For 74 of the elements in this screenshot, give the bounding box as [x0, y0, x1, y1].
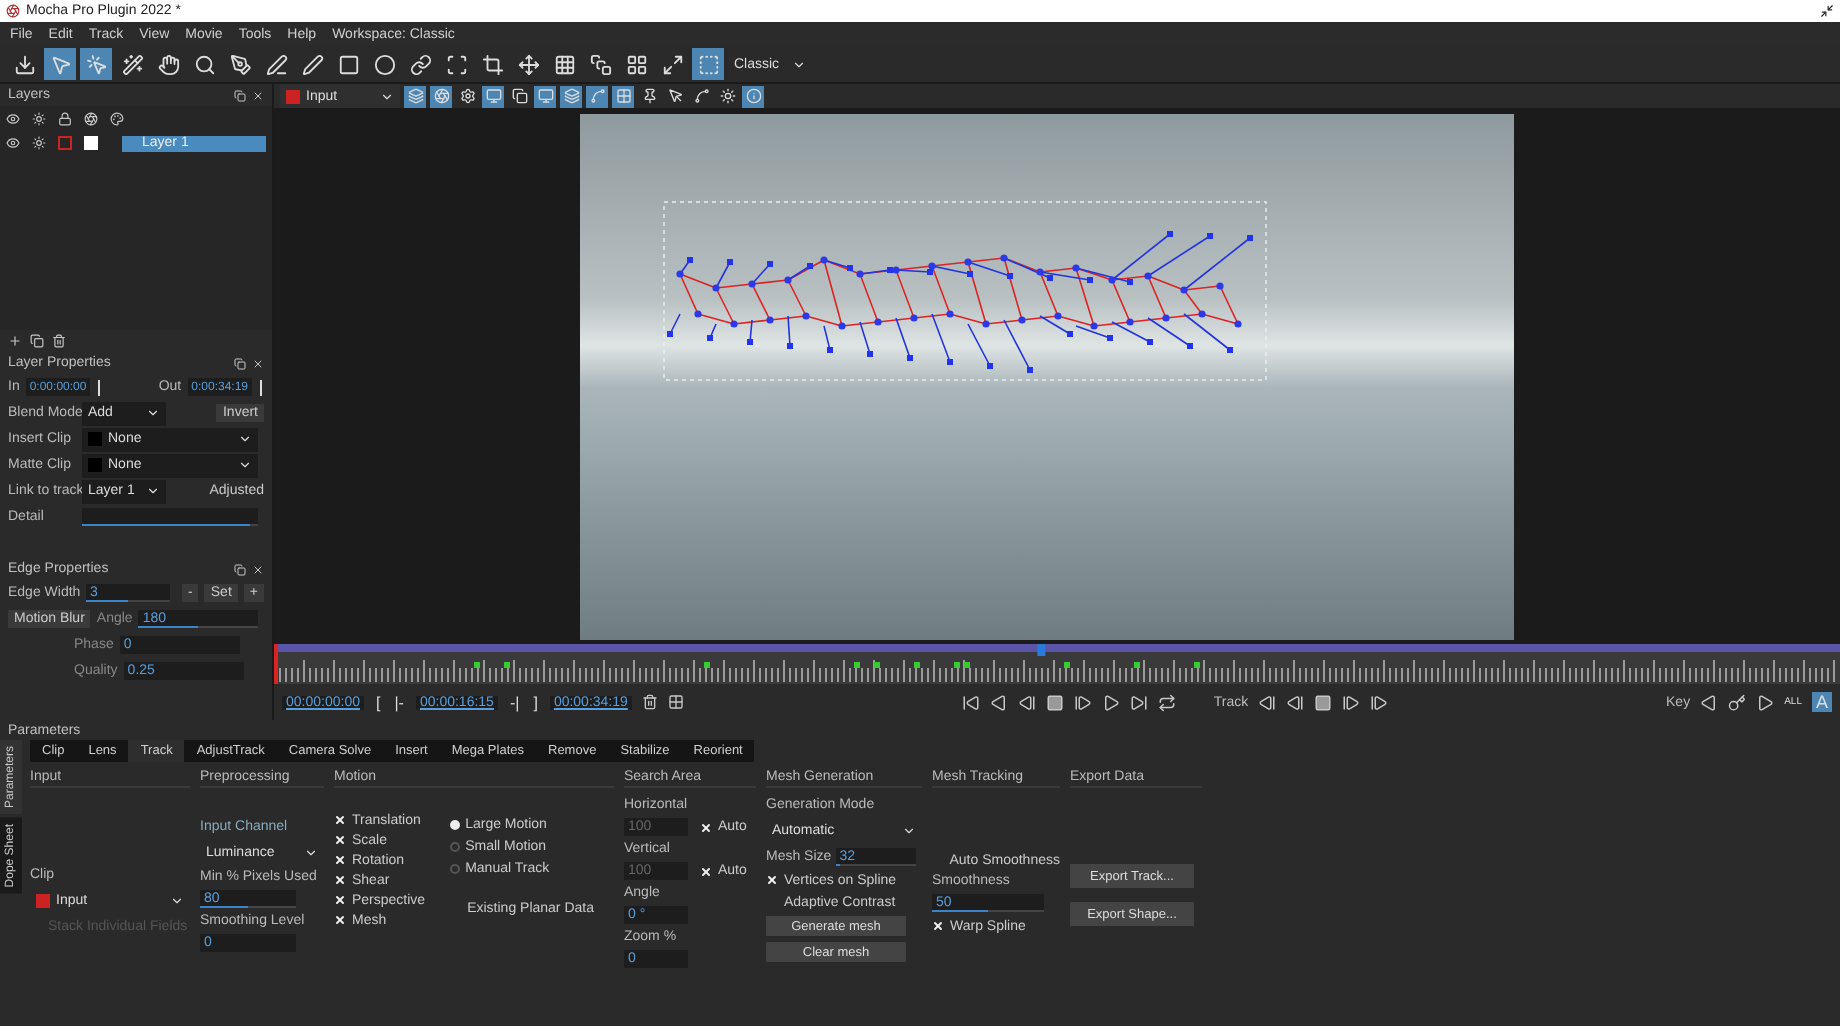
float-icon[interactable] [234, 89, 246, 101]
layers-icon[interactable] [560, 85, 582, 107]
loop-icon[interactable] [1157, 693, 1176, 711]
curve-icon[interactable] [690, 85, 712, 107]
mark-out-button[interactable]: ] [531, 693, 540, 711]
lock-icon [58, 112, 72, 126]
app-icon [6, 4, 20, 18]
palette-icon [110, 112, 124, 126]
next-key-icon[interactable] [1756, 693, 1775, 711]
step-back-icon[interactable] [1017, 693, 1036, 711]
timeline-ruler[interactable] [274, 644, 1840, 684]
chevron-down-icon [170, 893, 184, 907]
step-forward-icon[interactable] [1073, 693, 1092, 711]
stop-icon[interactable] [1045, 693, 1064, 711]
close-icon[interactable] [252, 563, 264, 575]
check-icon [334, 834, 346, 846]
grid-icon[interactable] [612, 85, 634, 107]
check-icon [700, 821, 712, 833]
float-icon[interactable] [234, 563, 246, 575]
check-icon [334, 814, 346, 826]
prev-key-icon[interactable] [1700, 693, 1719, 711]
gear-icon[interactable] [456, 85, 478, 107]
chevron-down-icon [146, 406, 160, 420]
copy-icon[interactable] [30, 334, 44, 348]
check-icon [700, 865, 712, 877]
check-icon [334, 874, 346, 886]
mark-in-button[interactable]: |- [392, 693, 406, 711]
monitor-icon[interactable] [534, 85, 556, 107]
check-icon [334, 914, 346, 926]
restore-icon[interactable] [1820, 4, 1834, 18]
layers-icon[interactable] [404, 85, 426, 107]
skip-back-icon[interactable] [961, 693, 980, 711]
check-icon [932, 920, 944, 932]
info-icon[interactable] [742, 85, 764, 107]
chevron-down-icon [304, 845, 318, 859]
gear-icon [32, 112, 46, 126]
bracket-icon[interactable] [258, 379, 264, 395]
chevron-down-icon [902, 823, 916, 837]
grid-icon[interactable] [667, 694, 684, 710]
tracking-mesh-drawing[interactable] [663, 200, 1267, 380]
chevron-down-icon [791, 57, 806, 71]
mark-out-button[interactable]: -| [507, 693, 522, 711]
monitor-icon[interactable] [482, 85, 504, 107]
trash-icon[interactable] [641, 694, 658, 710]
play-reverse-icon[interactable] [989, 693, 1008, 711]
chevron-down-icon [146, 484, 161, 498]
track-step-icon[interactable] [1342, 693, 1361, 711]
track-forward-icon[interactable] [1370, 693, 1389, 711]
gear-icon[interactable] [32, 136, 46, 150]
close-icon[interactable] [252, 89, 264, 101]
bracket-icon[interactable] [96, 379, 103, 395]
detail-slider[interactable] [82, 508, 258, 526]
add-icon[interactable] [8, 334, 22, 348]
eye-icon [6, 112, 20, 126]
close-icon[interactable] [252, 357, 264, 369]
key-icon[interactable] [1728, 693, 1747, 711]
float-icon[interactable] [234, 357, 246, 369]
check-icon [766, 874, 778, 886]
aperture-icon [84, 112, 98, 126]
eye-icon[interactable] [6, 136, 20, 150]
skip-forward-icon[interactable] [1129, 693, 1148, 711]
track-back-icon[interactable] [1258, 693, 1277, 711]
copy-icon[interactable] [508, 85, 530, 107]
check-icon [334, 854, 346, 866]
track-step-icon[interactable] [1286, 693, 1305, 711]
trash-icon[interactable] [52, 334, 66, 348]
stop-icon[interactable] [1314, 693, 1333, 711]
chevron-down-icon [380, 89, 394, 103]
check-icon [334, 894, 346, 906]
pointer-icon[interactable] [664, 85, 686, 107]
aperture-icon[interactable] [430, 85, 452, 107]
curve-icon[interactable] [586, 85, 608, 107]
play-icon[interactable] [1101, 693, 1120, 711]
mark-in-button[interactable]: [ [373, 693, 383, 711]
